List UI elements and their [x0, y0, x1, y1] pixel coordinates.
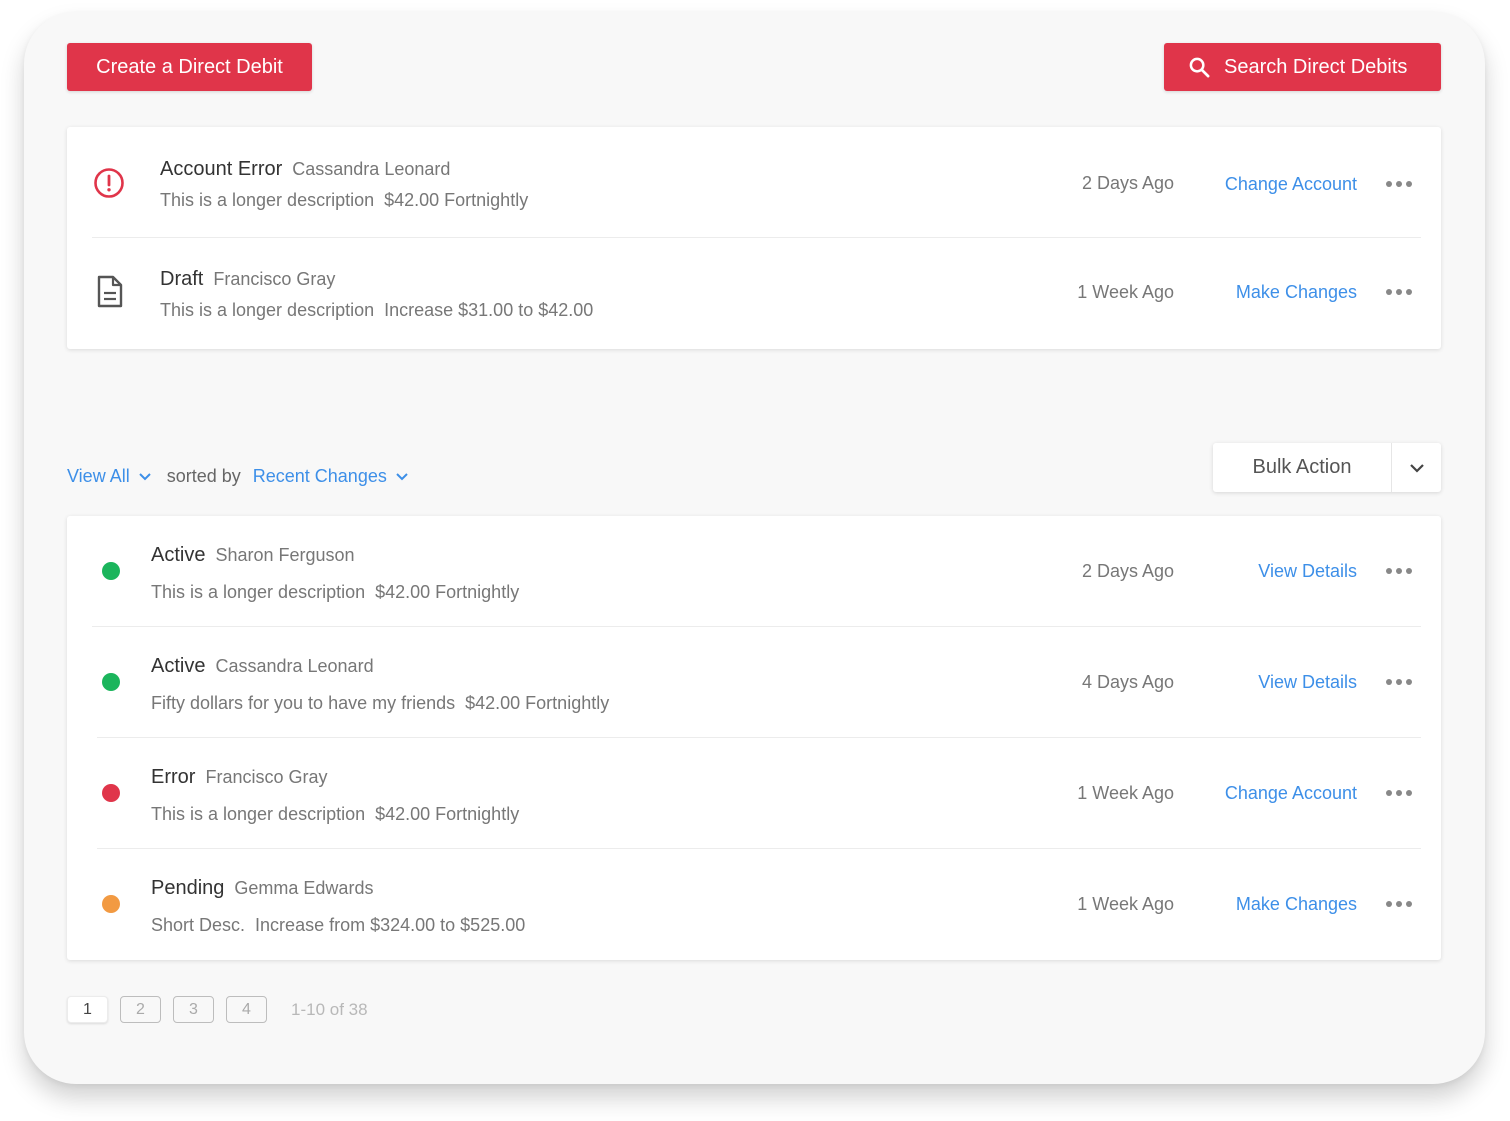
time-ago: 2 Days Ago: [1081, 561, 1174, 581]
view-filter-label: View All: [67, 466, 130, 486]
pagination: 1 2 3 4 1-10 of 38: [67, 996, 368, 1023]
payer-name: Cassandra Leonard: [292, 159, 451, 179]
amount-text: $42.00 Fortnightly: [375, 804, 520, 824]
payer-name: Cassandra Leonard: [215, 656, 374, 676]
row-description: This is a longer description $42.00 Fortn…: [151, 804, 519, 825]
row-title: Error Francisco Gray: [151, 766, 327, 789]
status-label: Draft: [160, 268, 204, 290]
description-text: This is a longer description: [151, 582, 366, 602]
row-description: This is a longer description $42.00 Fortn…: [160, 190, 528, 211]
more-options-icon[interactable]: [1386, 288, 1412, 296]
row-title: Pending Gemma Edwards: [151, 877, 373, 900]
payer-name: Francisco Gray: [205, 767, 328, 787]
sort-label: Recent Changes: [252, 466, 387, 486]
row-description: Fifty dollars for you to have my friends…: [151, 693, 609, 714]
description-text: Fifty dollars for you to have my friends: [151, 693, 456, 713]
page-button-1[interactable]: 1: [67, 996, 108, 1023]
search-direct-debits-label: Search Direct Debits: [1224, 55, 1408, 78]
time-ago: 1 Week Ago: [1077, 783, 1174, 803]
row-description: Short Desc. Increase from $324.00 to $525…: [151, 915, 525, 936]
more-options-icon[interactable]: [1386, 180, 1412, 188]
description-text: This is a longer description: [151, 804, 366, 824]
page-button-2[interactable]: 2: [120, 996, 161, 1023]
time-ago: 1 Week Ago: [1077, 894, 1174, 914]
status-label: Error: [151, 766, 196, 788]
sorted-by-label: sorted by: [166, 466, 241, 486]
time-ago: 1 Week Ago: [1077, 282, 1174, 302]
create-direct-debit-label: Create a Direct Debit: [96, 55, 283, 78]
chevron-down-icon: [138, 473, 151, 481]
filter-bar: View All sorted by Recent Changes: [67, 466, 409, 487]
more-options-icon[interactable]: [1386, 567, 1412, 575]
amount-text: $42.00 Fortnightly: [384, 190, 529, 210]
row-title: Account Error Cassandra Leonard: [160, 158, 450, 181]
description-text: Short Desc.: [151, 915, 246, 935]
pagination-info: 1-10 of 38: [291, 999, 368, 1019]
amount-text: $42.00 Fortnightly: [375, 582, 520, 602]
list-item[interactable]: Pending Gemma Edwards Short Desc. Increase…: [67, 849, 1441, 960]
more-options-icon[interactable]: [1386, 789, 1412, 797]
status-label: Pending: [151, 877, 225, 899]
time-ago: 4 Days Ago: [1081, 672, 1174, 692]
row-title: Active Sharon Ferguson: [151, 544, 355, 567]
status-dot: [102, 895, 120, 913]
list-item[interactable]: Active Sharon Ferguson This is a longer d…: [67, 516, 1441, 626]
document-icon: [96, 275, 124, 314]
search-icon: [1189, 57, 1210, 77]
status-label: Account Error: [160, 158, 283, 180]
status-label: Active: [151, 544, 206, 566]
bulk-action-dropdown[interactable]: [1392, 443, 1441, 492]
row-description: This is a longer description $42.00 Fortn…: [151, 582, 519, 603]
change-account-link[interactable]: Change Account: [1225, 174, 1357, 195]
view-details-link[interactable]: View Details: [1258, 561, 1357, 582]
attention-row[interactable]: Account Error Cassandra Leonard This is a…: [67, 127, 1441, 237]
bulk-action-button[interactable]: Bulk Action: [1213, 456, 1391, 479]
sort-dropdown[interactable]: Recent Changes: [253, 466, 409, 487]
alert-circle-icon: [93, 167, 125, 204]
view-filter-dropdown[interactable]: View All: [67, 466, 152, 487]
time-ago: 2 Days Ago: [1081, 173, 1174, 193]
direct-debit-list: Active Sharon Ferguson This is a longer d…: [67, 516, 1441, 960]
make-changes-link[interactable]: Make Changes: [1236, 282, 1357, 303]
chevron-down-icon: [396, 473, 408, 481]
attention-card: Account Error Cassandra Leonard This is a…: [67, 127, 1441, 349]
payer-name: Gemma Edwards: [234, 878, 374, 898]
create-direct-debit-button[interactable]: Create a Direct Debit: [67, 43, 312, 91]
status-dot: [102, 673, 120, 691]
status-dot: [102, 562, 120, 580]
row-description: This is a longer description Increase $31…: [160, 300, 593, 321]
make-changes-link[interactable]: Make Changes: [1236, 894, 1357, 915]
page-button-3[interactable]: 3: [173, 996, 214, 1023]
status-label: Active: [151, 655, 206, 677]
attention-row[interactable]: Draft Francisco Gray This is a longer des…: [67, 238, 1441, 349]
more-options-icon[interactable]: [1386, 678, 1412, 686]
row-title: Draft Francisco Gray: [160, 268, 335, 291]
change-account-link[interactable]: Change Account: [1225, 783, 1357, 804]
list-item[interactable]: Error Francisco Gray This is a longer des…: [67, 738, 1441, 848]
amount-text: Increase $31.00 to $42.00: [384, 300, 594, 320]
payer-name: Sharon Ferguson: [215, 545, 355, 565]
amount-text: $42.00 Fortnightly: [465, 693, 610, 713]
amount-text: Increase from $324.00 to $525.00: [255, 915, 526, 935]
row-title: Active Cassandra Leonard: [151, 655, 374, 678]
description-text: This is a longer description: [160, 190, 375, 210]
status-dot: [102, 784, 120, 802]
chevron-down-icon: [1409, 463, 1424, 473]
list-item[interactable]: Active Cassandra Leonard Fifty dollars fo…: [67, 627, 1441, 737]
page-button-4[interactable]: 4: [226, 996, 267, 1023]
description-text: This is a longer description: [160, 300, 375, 320]
search-direct-debits-button[interactable]: Search Direct Debits: [1164, 43, 1441, 91]
more-options-icon[interactable]: [1386, 900, 1412, 908]
view-details-link[interactable]: View Details: [1258, 672, 1357, 693]
bulk-action-split-button: Bulk Action: [1213, 443, 1441, 492]
payer-name: Francisco Gray: [213, 269, 336, 289]
